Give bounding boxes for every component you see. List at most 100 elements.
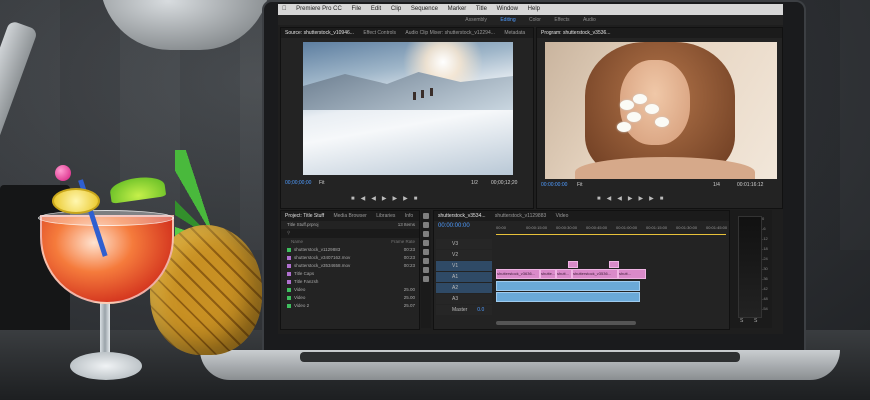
program-timecode[interactable]: 00:00:00:00 bbox=[541, 182, 567, 188]
source-transport-controls[interactable]: ■◀◀▶▶▶■ bbox=[351, 194, 423, 204]
track-header[interactable]: V3 bbox=[436, 239, 492, 249]
flower-petal bbox=[627, 112, 641, 122]
program-duration: 00:01:16:12 bbox=[737, 182, 764, 188]
timeline-ruler[interactable]: 00:00 00:00:15:00 00:00:30:00 00:00:45:00 00… bbox=[496, 225, 727, 233]
video-clip[interactable]: shutterstock_v3536... bbox=[572, 269, 618, 279]
menu-clip[interactable]: Clip bbox=[391, 6, 401, 12]
tab-metadata[interactable]: Metadata bbox=[504, 30, 525, 36]
apple-icon[interactable]:  bbox=[282, 6, 287, 12]
track-label: V2 bbox=[452, 252, 459, 258]
track-header[interactable]: V2 bbox=[436, 250, 492, 260]
tab-sequence-2[interactable]: shutterstock_v1129883 bbox=[495, 213, 546, 219]
track-select-tool-icon[interactable] bbox=[423, 222, 429, 228]
timeline-timecode[interactable]: 00:00:00:00 bbox=[438, 223, 470, 229]
tab-media-browser[interactable]: Media Browser bbox=[333, 213, 366, 219]
program-scale-select[interactable]: 1/4 bbox=[713, 182, 720, 188]
workspace-audio[interactable]: Audio bbox=[583, 17, 596, 23]
solo-left[interactable]: S bbox=[740, 318, 743, 324]
track-header[interactable]: A3 bbox=[436, 294, 492, 304]
project-item[interactable]: Video 25.00 bbox=[281, 294, 419, 302]
project-item-rate: 25.00 bbox=[403, 287, 415, 292]
menu-app[interactable]: Premiere Pro CC bbox=[296, 6, 342, 12]
project-item-rate: 00:23 bbox=[403, 255, 415, 260]
tab-effect-controls[interactable]: Effect Controls bbox=[363, 30, 396, 36]
program-transport-controls[interactable]: ■◀◀▶▶▶■ bbox=[597, 194, 669, 204]
tab-project[interactable]: Project: Title Stuff bbox=[285, 213, 324, 219]
project-item[interactable]: Title Fanzsh bbox=[281, 278, 419, 286]
track-header[interactable]: A2 bbox=[436, 283, 492, 293]
tab-program[interactable]: Program: shutterstock_v3536... bbox=[541, 30, 610, 36]
video-clip[interactable]: shutt... bbox=[618, 269, 646, 279]
skier bbox=[413, 92, 416, 100]
column-frame-rate[interactable]: Frame Rate bbox=[391, 238, 415, 246]
menu-marker[interactable]: Marker bbox=[448, 6, 467, 12]
slip-tool-icon[interactable] bbox=[423, 249, 429, 255]
project-item[interactable]: Title Caps bbox=[281, 270, 419, 278]
lemon-slice bbox=[52, 188, 100, 214]
workspace-assembly[interactable]: Assembly bbox=[465, 17, 487, 23]
project-item[interactable]: Video 25.00 bbox=[281, 286, 419, 294]
program-video-frame[interactable] bbox=[545, 42, 777, 179]
skier bbox=[421, 90, 424, 98]
track-label: A1 bbox=[452, 274, 459, 280]
v2-clip[interactable] bbox=[609, 261, 619, 268]
tab-source[interactable]: Source: shutterstock_v10946... bbox=[285, 30, 354, 36]
tab-info[interactable]: Info bbox=[405, 213, 413, 219]
workspace-effects[interactable]: Effects bbox=[554, 17, 569, 23]
source-timecode[interactable]: 00;00;00;00 bbox=[285, 180, 311, 186]
video-clip[interactable]: shutt... bbox=[556, 269, 572, 279]
selection-tool-icon[interactable] bbox=[423, 213, 429, 219]
track-header[interactable]: A1 bbox=[436, 272, 492, 282]
source-fit-select[interactable]: Fit bbox=[319, 180, 325, 186]
tab-sequence-1[interactable]: shutterstock_v3534... bbox=[438, 213, 486, 219]
menu-title[interactable]: Title bbox=[476, 6, 487, 12]
ruler-tick-label: 00:00:45:00 bbox=[586, 225, 608, 230]
timeline-scrollbar[interactable] bbox=[496, 321, 636, 325]
project-file-name: Title Stuff.prproj bbox=[287, 222, 319, 227]
type-tool-icon[interactable] bbox=[423, 276, 429, 282]
audio-clip[interactable] bbox=[496, 292, 640, 302]
project-item[interactable]: shutterstock_v3534658.mov 00:23 bbox=[281, 262, 419, 270]
solo-right[interactable]: S bbox=[754, 318, 757, 324]
program-fit-select[interactable]: Fit bbox=[577, 182, 583, 188]
hand-tool-icon[interactable] bbox=[423, 267, 429, 273]
ruler-tick-label: 00:01:30:00 bbox=[676, 225, 698, 230]
menu-sequence[interactable]: Sequence bbox=[411, 6, 438, 12]
razor-tool-icon[interactable] bbox=[423, 240, 429, 246]
menu-file[interactable]: File bbox=[352, 6, 362, 12]
track-header[interactable]: V1 bbox=[436, 261, 492, 271]
audio-meter-panel: 0 -6 -12 -18 -24 -30 -36 -42 -48 -54 S S bbox=[730, 210, 772, 328]
source-monitor: Source: shutterstock_v10946... Effect Co… bbox=[280, 27, 534, 209]
track-area[interactable]: shutterstock_v3636... shutte... shutt... sh… bbox=[496, 239, 726, 325]
tab-sequence-3[interactable]: Video bbox=[556, 213, 569, 219]
column-name[interactable]: Name bbox=[291, 239, 303, 244]
menu-help[interactable]: Help bbox=[528, 6, 540, 12]
tab-libraries[interactable]: Libraries bbox=[376, 213, 395, 219]
work-area-bar[interactable] bbox=[496, 234, 726, 235]
video-clip[interactable]: shutte... bbox=[540, 269, 556, 279]
pen-tool-icon[interactable] bbox=[423, 258, 429, 264]
audio-clip[interactable] bbox=[496, 281, 640, 291]
source-scale-select[interactable]: 1/2 bbox=[471, 180, 478, 186]
video-clip[interactable]: shutterstock_v3636... bbox=[496, 269, 540, 279]
v2-clip[interactable] bbox=[568, 261, 578, 268]
workspace-editing[interactable]: Editing bbox=[500, 17, 515, 23]
source-video-frame[interactable] bbox=[303, 42, 513, 175]
menu-edit[interactable]: Edit bbox=[371, 6, 381, 12]
ripple-edit-tool-icon[interactable] bbox=[423, 231, 429, 237]
workspace-color[interactable]: Color bbox=[529, 17, 541, 23]
master-level[interactable]: 0.0 bbox=[477, 307, 484, 313]
ruler-tick-label: 00:01:00:00 bbox=[616, 225, 638, 230]
project-item[interactable]: Video 2 25.07 bbox=[281, 302, 419, 310]
track-header[interactable]: Master 0.0 bbox=[436, 305, 492, 315]
flower-petal bbox=[633, 94, 647, 104]
project-item[interactable]: shutterstock_v1129883 00:23 bbox=[281, 246, 419, 254]
label-color-swatch bbox=[287, 255, 291, 260]
tab-audio-clip-mixer[interactable]: Audio Clip Mixer: shutterstock_v12294... bbox=[405, 30, 495, 36]
project-item[interactable]: shutterstock_v3407162.mov 00:23 bbox=[281, 254, 419, 262]
search-icon[interactable]: ⚲ bbox=[287, 230, 290, 235]
source-duration: 00;00;12;20 bbox=[491, 180, 518, 186]
track-label: V1 bbox=[452, 263, 459, 269]
menubar:  Premiere Pro CC File Edit Clip Sequenc… bbox=[278, 4, 783, 15]
menu-window[interactable]: Window bbox=[497, 6, 518, 12]
